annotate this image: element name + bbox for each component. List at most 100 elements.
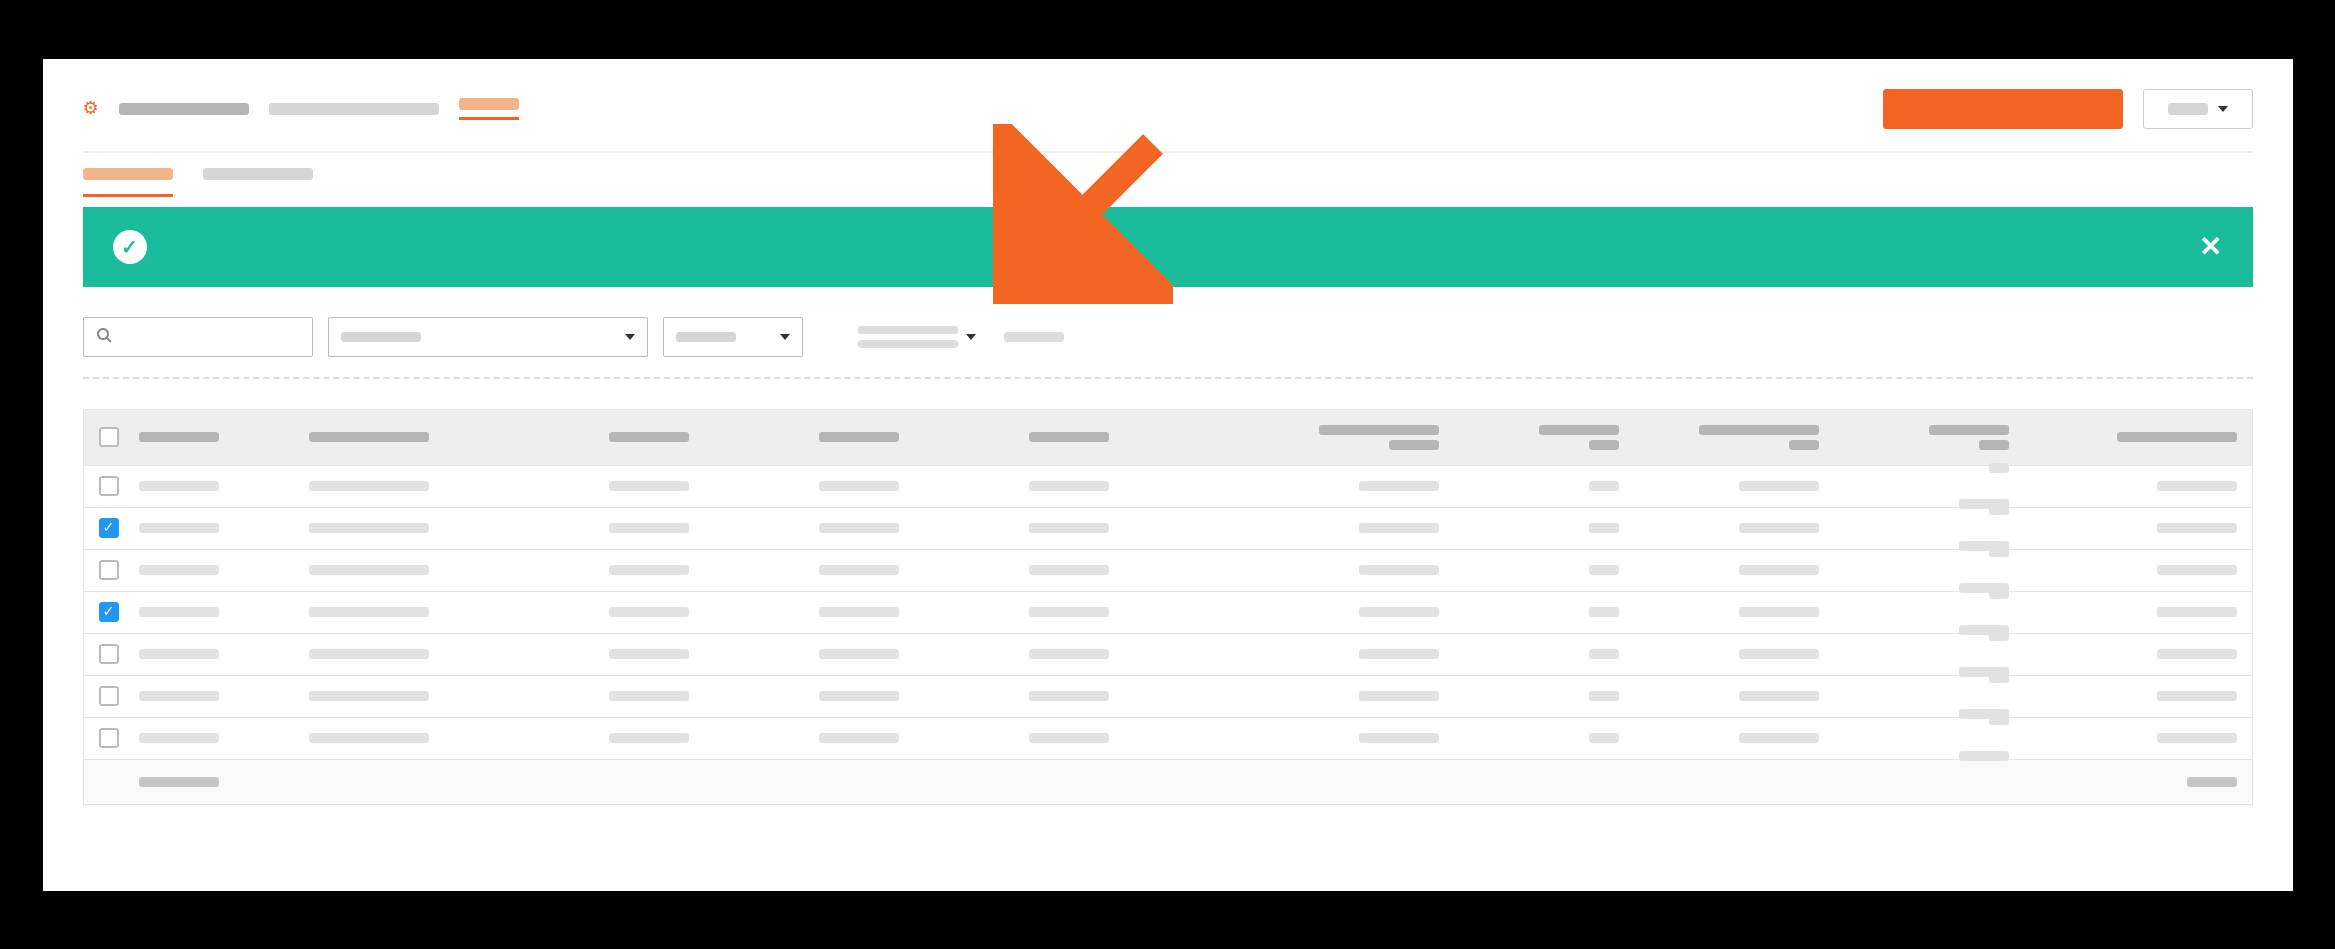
row-checkbox[interactable] xyxy=(99,728,119,748)
cell xyxy=(1359,649,1439,659)
chevron-down-icon xyxy=(2218,106,2228,112)
tab-2[interactable] xyxy=(203,168,313,197)
cell xyxy=(309,523,429,533)
nav-item-3-active[interactable] xyxy=(459,98,519,120)
data-table: ✓ ✓ xyxy=(83,409,2253,805)
table-row[interactable] xyxy=(84,549,2252,591)
select-all-checkbox[interactable] xyxy=(99,427,119,447)
success-banner: ✓ ✕ xyxy=(83,207,2253,287)
cell xyxy=(1589,691,1619,701)
column-header[interactable] xyxy=(139,432,219,442)
cell xyxy=(609,481,689,491)
filter-meta xyxy=(858,326,1064,348)
column-header[interactable] xyxy=(2117,432,2237,442)
filter-select-2[interactable] xyxy=(663,317,803,357)
cell xyxy=(1359,691,1439,701)
column-header[interactable] xyxy=(1539,425,1619,435)
cell xyxy=(609,607,689,617)
chevron-down-icon xyxy=(780,334,790,340)
row-checkbox[interactable] xyxy=(99,476,119,496)
cell xyxy=(2157,607,2237,617)
cell xyxy=(609,523,689,533)
cell xyxy=(1989,673,2009,683)
column-header[interactable] xyxy=(1029,432,1109,442)
footer-text xyxy=(2187,777,2237,787)
cell xyxy=(819,607,899,617)
search-field[interactable] xyxy=(120,329,300,344)
cell xyxy=(1739,565,1819,575)
column-header[interactable] xyxy=(309,432,429,442)
secondary-dropdown-button[interactable] xyxy=(2143,89,2253,129)
table-row[interactable] xyxy=(84,465,2252,507)
row-checkbox[interactable]: ✓ xyxy=(99,602,119,622)
cell xyxy=(1989,715,2009,725)
cell xyxy=(1589,607,1619,617)
gear-icon[interactable]: ⚙ xyxy=(83,100,99,118)
cell xyxy=(1589,565,1619,575)
primary-action-button[interactable] xyxy=(1883,89,2123,129)
cell xyxy=(2157,649,2237,659)
cell xyxy=(1589,523,1619,533)
table-row[interactable] xyxy=(84,633,2252,675)
chevron-down-icon[interactable] xyxy=(966,334,976,340)
table-row[interactable] xyxy=(84,717,2252,759)
cell xyxy=(1989,505,2009,515)
column-header[interactable] xyxy=(609,432,689,442)
table-row[interactable] xyxy=(84,675,2252,717)
cell xyxy=(309,607,429,617)
cell xyxy=(2157,733,2237,743)
cell xyxy=(1989,589,2009,599)
cell xyxy=(1739,607,1819,617)
cell xyxy=(609,649,689,659)
column-header[interactable] xyxy=(1319,425,1439,435)
top-navigation: ⚙ xyxy=(83,89,2253,147)
cell xyxy=(1589,481,1619,491)
check-circle-icon: ✓ xyxy=(113,230,147,264)
cell xyxy=(139,481,219,491)
table-row[interactable]: ✓ xyxy=(84,591,2252,633)
filter-select-1[interactable] xyxy=(328,317,648,357)
cell xyxy=(1359,607,1439,617)
cell xyxy=(819,649,899,659)
cell xyxy=(819,691,899,701)
search-input[interactable] xyxy=(83,317,313,357)
cell xyxy=(2157,565,2237,575)
cell xyxy=(139,649,219,659)
cell xyxy=(819,565,899,575)
cell xyxy=(139,565,219,575)
filter-bar xyxy=(83,287,2253,377)
row-checkbox[interactable] xyxy=(99,560,119,580)
nav-item-2[interactable] xyxy=(269,103,439,115)
cell xyxy=(1959,751,2009,761)
column-header[interactable] xyxy=(1929,425,2009,435)
row-checkbox[interactable] xyxy=(99,686,119,706)
cell xyxy=(139,691,219,701)
cell xyxy=(2157,481,2237,491)
column-header[interactable] xyxy=(819,432,899,442)
cell xyxy=(1359,523,1439,533)
cell xyxy=(1359,565,1439,575)
cell xyxy=(309,649,429,659)
cell xyxy=(2157,523,2237,533)
cell xyxy=(609,733,689,743)
cell xyxy=(1989,631,2009,641)
cell xyxy=(1029,565,1109,575)
table-row[interactable]: ✓ xyxy=(84,507,2252,549)
nav-item-1[interactable] xyxy=(119,103,249,115)
cell xyxy=(309,733,429,743)
row-checkbox[interactable] xyxy=(99,644,119,664)
cell xyxy=(1739,523,1819,533)
cell xyxy=(2157,691,2237,701)
cell xyxy=(1029,733,1109,743)
cell xyxy=(1589,649,1619,659)
cell xyxy=(1029,649,1109,659)
tab-1[interactable] xyxy=(83,168,173,197)
column-header[interactable] xyxy=(1699,425,1819,435)
cell xyxy=(1739,649,1819,659)
close-icon[interactable]: ✕ xyxy=(2199,230,2222,263)
chevron-down-icon xyxy=(625,334,635,340)
table-header-row xyxy=(84,410,2252,465)
row-checkbox[interactable]: ✓ xyxy=(99,518,119,538)
cell xyxy=(1739,481,1819,491)
cell xyxy=(1739,733,1819,743)
